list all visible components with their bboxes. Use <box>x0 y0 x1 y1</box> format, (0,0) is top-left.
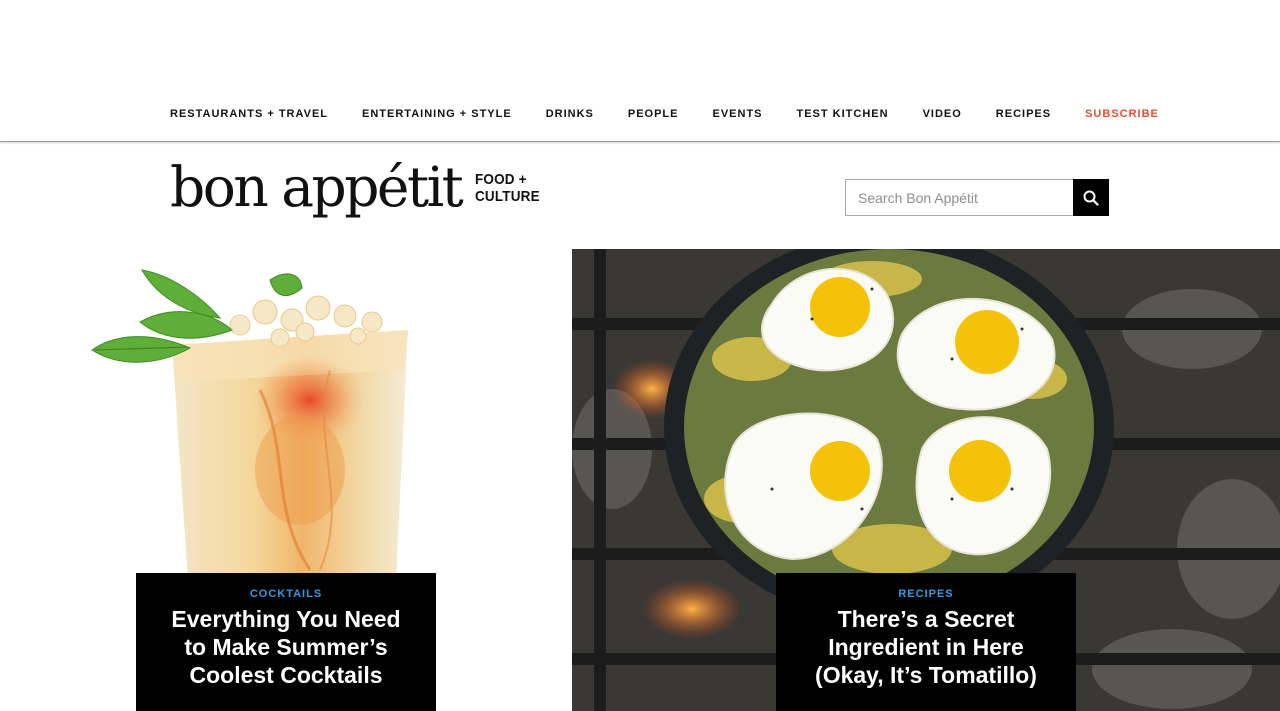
nav-menu: RESTAURANTS + TRAVEL ENTERTAINING + STYL… <box>170 108 1159 120</box>
feature-headline[interactable]: There’s a Secret Ingredient in Here (Oka… <box>776 605 1076 689</box>
logo-tagline-line2: CULTURE <box>475 187 541 205</box>
nav-item-subscribe[interactable]: SUBSCRIBE <box>1085 108 1159 120</box>
nav-item-video[interactable]: VIDEO <box>923 108 962 120</box>
top-navigation: RESTAURANTS + TRAVEL ENTERTAINING + STYL… <box>0 0 1280 142</box>
nav-item-events[interactable]: EVENTS <box>712 108 762 120</box>
nav-item-people[interactable]: PEOPLE <box>628 108 679 120</box>
nav-item-restaurants-travel[interactable]: RESTAURANTS + TRAVEL <box>170 108 328 120</box>
search-icon <box>1083 190 1099 206</box>
search-input[interactable] <box>845 179 1073 216</box>
site-logo[interactable]: bon appétit FOOD + CULTURE <box>170 160 547 215</box>
search-button[interactable] <box>1073 179 1109 216</box>
feature-card-recipes[interactable]: RECIPES There’s a Secret Ingredient in H… <box>776 573 1076 711</box>
nav-item-recipes[interactable]: RECIPES <box>996 108 1051 120</box>
nav-item-test-kitchen[interactable]: TEST KITCHEN <box>797 108 889 120</box>
logo-tagline: FOOD + CULTURE <box>475 171 540 205</box>
feature-headline[interactable]: Everything You Need to Make Summer’s Coo… <box>136 605 436 689</box>
nav-item-drinks[interactable]: DRINKS <box>546 108 594 120</box>
logo-tagline-line1: FOOD + <box>475 170 528 188</box>
feature-card-cocktails[interactable]: COCKTAILS Everything You Need to Make Su… <box>136 573 436 711</box>
feature-kicker[interactable]: COCKTAILS <box>136 588 436 600</box>
feature-kicker[interactable]: RECIPES <box>776 588 1076 600</box>
nav-item-entertaining-style[interactable]: ENTERTAINING + STYLE <box>362 108 512 120</box>
search-form <box>845 179 1109 216</box>
logo-wordmark: bon appétit <box>170 155 464 219</box>
